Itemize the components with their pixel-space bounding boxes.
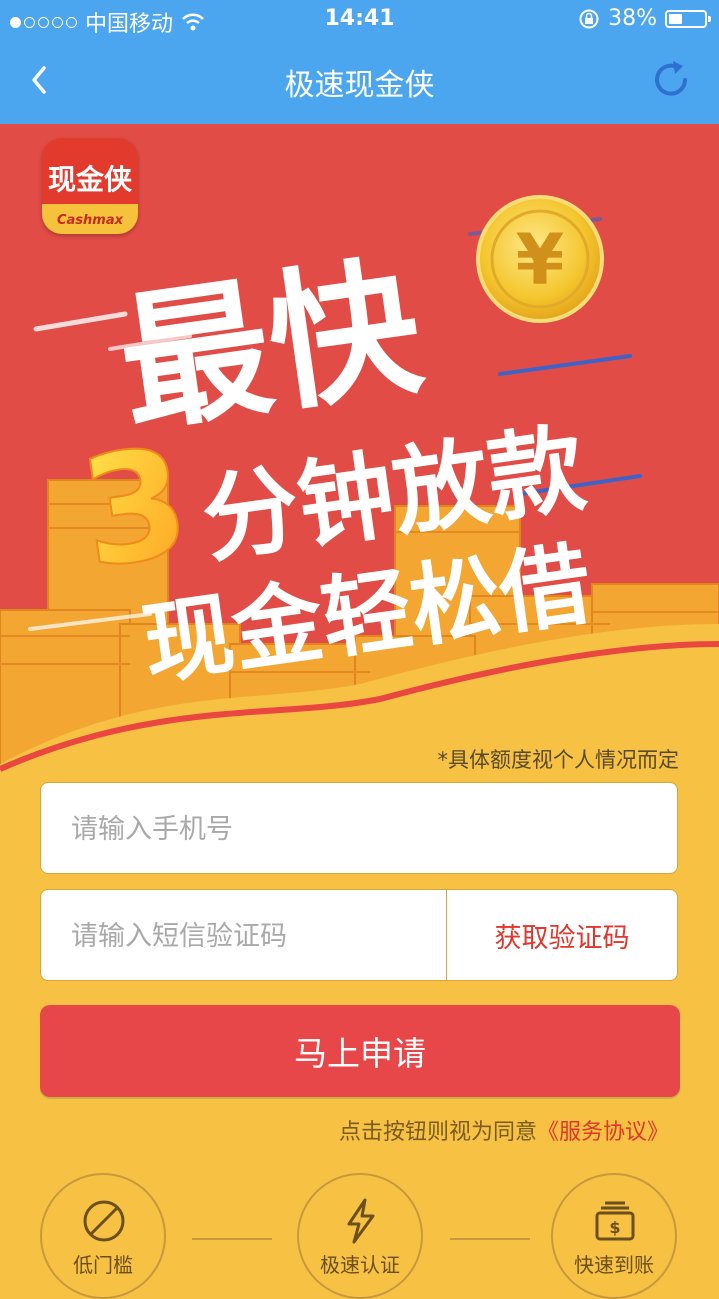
service-agreement-link[interactable]: 《服务协议》	[537, 1120, 669, 1145]
nav-bar: 极速现金侠	[0, 40, 719, 124]
code-field[interactable]: 获取验证码	[40, 889, 678, 982]
battery-icon	[665, 9, 711, 28]
feature-label: 极速认证	[320, 1253, 400, 1277]
money-stack-icon: $	[595, 1201, 635, 1241]
feature-fast-verify: 极速认证	[297, 1173, 423, 1299]
divider	[192, 1238, 272, 1240]
feature-fast-payout: $ 快速到账	[551, 1173, 677, 1299]
feature-low-threshold: 低门槛	[40, 1173, 166, 1299]
sms-code-input[interactable]	[69, 890, 433, 982]
feature-label: 低门槛	[73, 1253, 133, 1277]
promo-banner: ¥ 最快 3 分钟放款 现金轻松借 现金侠 Cashmax	[0, 124, 719, 774]
logo-text: 现金侠	[47, 163, 132, 196]
refresh-icon[interactable]	[647, 56, 695, 104]
battery-percent: 38%	[608, 6, 657, 31]
coin-symbol: ¥	[516, 219, 565, 301]
lightning-icon	[347, 1198, 375, 1244]
logo-subtext: Cashmax	[42, 204, 138, 234]
apply-button[interactable]: 马上申请	[40, 1005, 680, 1097]
status-bar: 中国移动 14:41 38%	[0, 0, 719, 40]
rotation-lock-icon	[579, 9, 599, 28]
get-code-button[interactable]: 获取验证码	[446, 890, 677, 980]
page-title: 极速现金侠	[284, 68, 435, 103]
svg-text:$: $	[609, 1218, 620, 1237]
phone-field[interactable]	[40, 782, 678, 875]
status-right: 38%	[578, 6, 711, 31]
credit-note: *具体额度视个人情况而定	[437, 748, 680, 772]
feature-label: 快速到账	[574, 1253, 654, 1277]
divider	[450, 1238, 530, 1240]
app-logo: 现金侠 Cashmax	[42, 138, 138, 234]
agreement-label: 点击按钮则视为同意	[338, 1120, 537, 1145]
no-entry-icon	[83, 1200, 125, 1242]
phone-input[interactable]	[69, 783, 433, 875]
agreement-text: 点击按钮则视为同意《服务协议》	[339, 1114, 669, 1146]
